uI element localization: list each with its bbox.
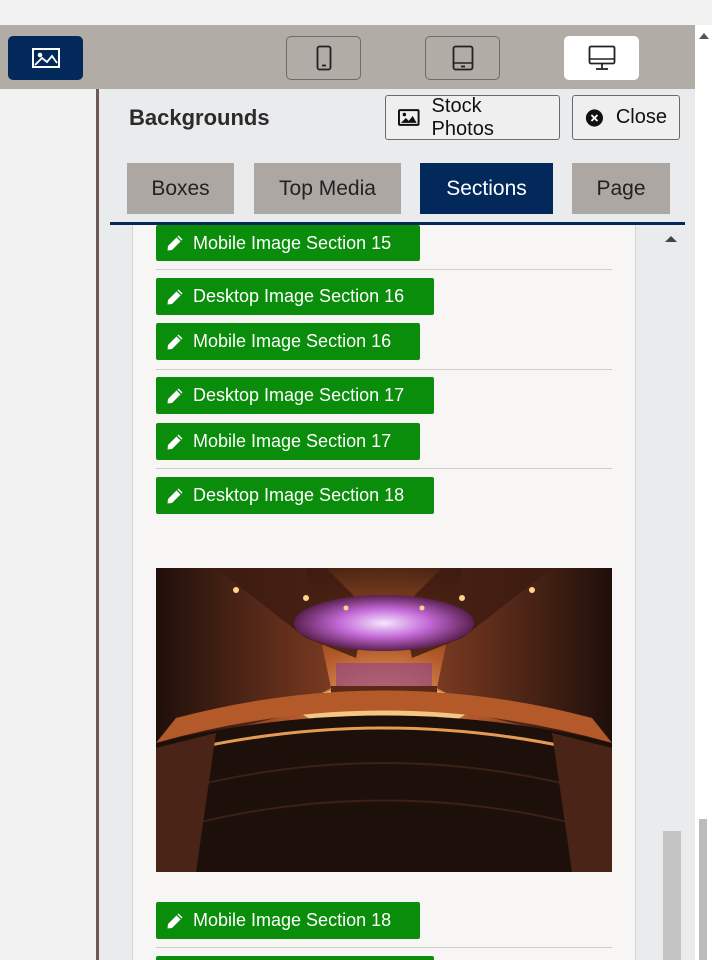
pencil-icon xyxy=(167,388,183,403)
tab-top-media[interactable]: Top Media xyxy=(254,163,401,214)
button-label: Mobile Image Section 18 xyxy=(193,910,392,930)
section-divider xyxy=(156,369,612,370)
button-label: Mobile Image Section 16 xyxy=(193,331,392,351)
image-icon xyxy=(398,109,420,126)
tab-page[interactable]: Page xyxy=(572,163,670,214)
page-scrollbar[interactable] xyxy=(695,25,712,960)
edit-mobile-image-section-15-button[interactable]: Mobile Image Section 15 xyxy=(156,225,420,261)
close-label: Close xyxy=(615,106,667,128)
close-circle-icon xyxy=(585,108,604,127)
button-label: Mobile Image Section 15 xyxy=(193,232,392,253)
section-18-desktop-background-image xyxy=(156,568,612,872)
edit-desktop-image-section-17-button[interactable]: Desktop Image Section 17 xyxy=(156,377,434,414)
pencil-icon xyxy=(167,913,183,928)
edit-mobile-image-section-17-button[interactable]: Mobile Image Section 17 xyxy=(156,423,420,460)
section-divider xyxy=(156,947,612,948)
media-button[interactable] xyxy=(8,36,83,80)
stock-photos-button[interactable]: Stock Photos xyxy=(385,95,560,140)
button-label: Mobile Image Section 17 xyxy=(193,431,392,451)
image-icon xyxy=(31,48,60,68)
pencil-icon xyxy=(167,289,183,304)
page-background xyxy=(0,89,96,960)
close-button[interactable]: Close xyxy=(572,95,680,140)
edit-mobile-image-section-18-button[interactable]: Mobile Image Section 18 xyxy=(156,902,420,939)
button-label: Desktop Image Section 16 xyxy=(193,286,405,306)
device-toolbar xyxy=(0,25,695,89)
panel-scrollbar[interactable] xyxy=(654,225,684,960)
backgrounds-panel: Backgrounds Stock Photos Close Boxes Top… xyxy=(96,89,695,960)
section-divider xyxy=(156,468,612,469)
page-scrollbar-thumb[interactable] xyxy=(699,819,707,960)
section-divider xyxy=(156,269,612,270)
next-section-button[interactable] xyxy=(156,956,434,960)
pencil-icon xyxy=(167,488,183,503)
pencil-icon xyxy=(167,434,183,449)
edit-mobile-image-section-16-button[interactable]: Mobile Image Section 16 xyxy=(156,323,420,360)
panel-title: Backgrounds xyxy=(129,105,270,130)
tab-sections[interactable]: Sections xyxy=(420,163,553,214)
scroll-up-arrow[interactable] xyxy=(665,236,677,242)
stock-photos-label: Stock Photos xyxy=(431,94,494,140)
mobile-view-button[interactable] xyxy=(286,36,361,80)
sections-list: Mobile Image Section 15 Desktop Image Se… xyxy=(132,225,636,960)
tab-boxes[interactable]: Boxes xyxy=(127,163,234,214)
button-label: Desktop Image Section 17 xyxy=(193,385,405,405)
edit-desktop-image-section-18-button[interactable]: Desktop Image Section 18 xyxy=(156,477,434,514)
pencil-icon xyxy=(167,334,183,349)
panel-scrollbar-thumb[interactable] xyxy=(663,831,681,960)
button-label: Desktop Image Section 18 xyxy=(193,485,405,505)
pencil-icon xyxy=(167,235,183,251)
tablet-view-button[interactable] xyxy=(425,36,500,80)
mobile-phone-icon xyxy=(316,45,331,71)
desktop-view-button[interactable] xyxy=(564,36,639,80)
edit-desktop-image-section-16-button[interactable]: Desktop Image Section 16 xyxy=(156,278,434,315)
desktop-monitor-icon xyxy=(588,45,615,70)
tablet-icon xyxy=(452,45,473,71)
page-scroll-up-arrow[interactable] xyxy=(699,33,709,39)
